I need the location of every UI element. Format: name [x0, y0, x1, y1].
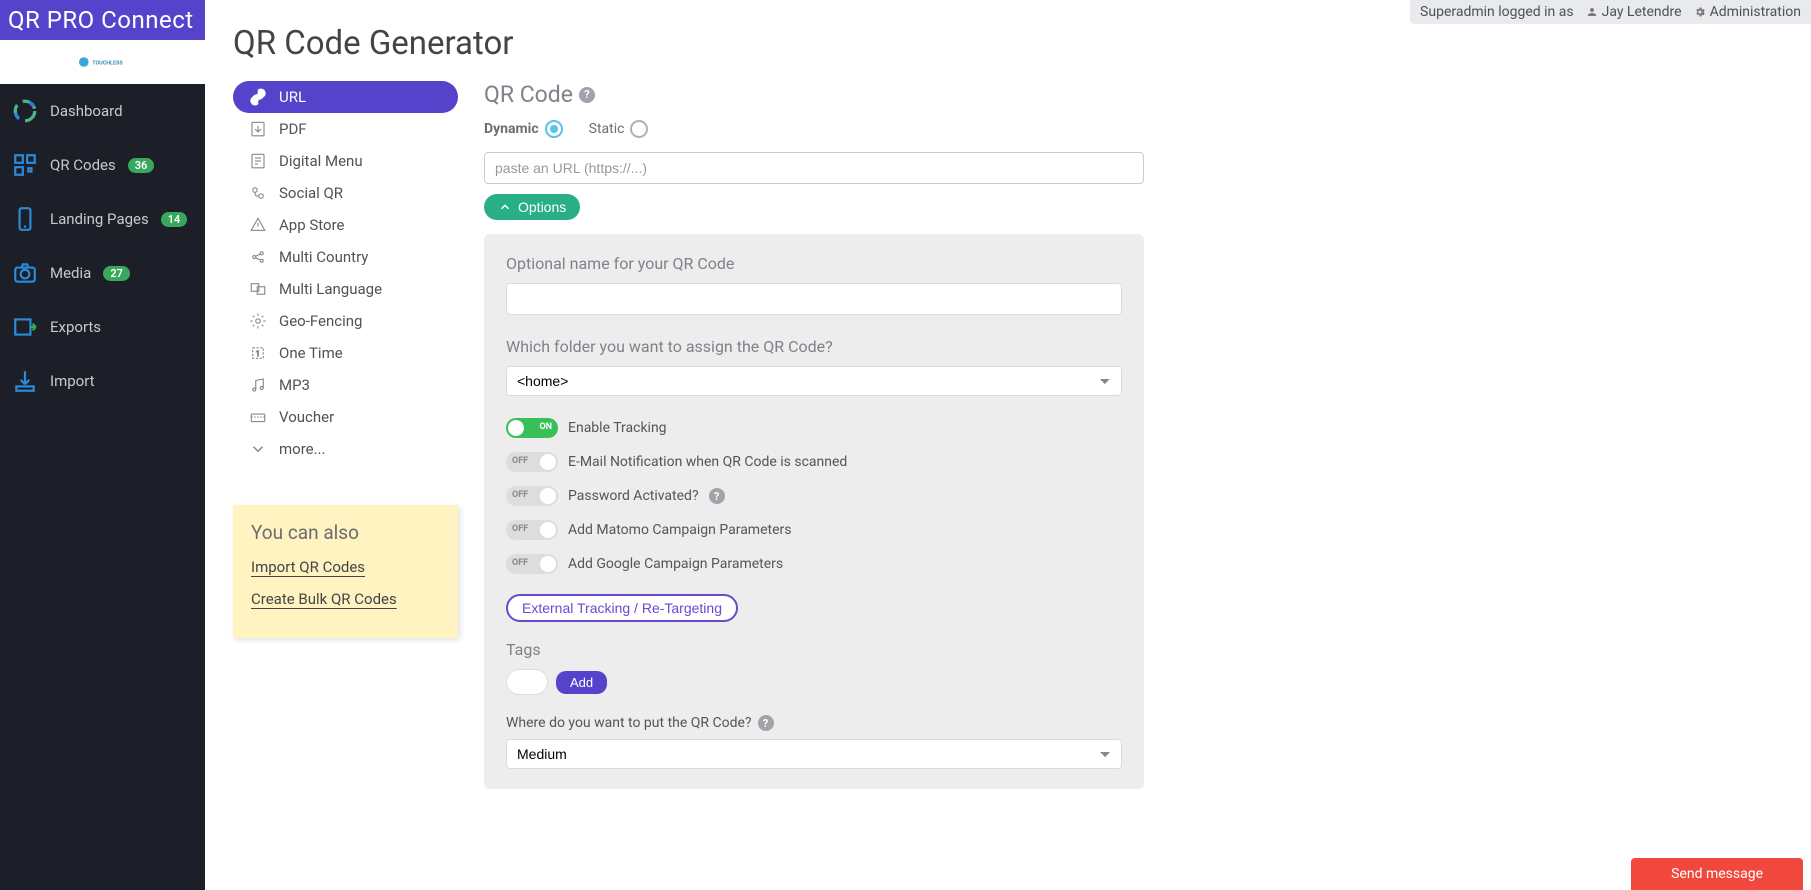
nav-exports[interactable]: Exports [0, 300, 205, 354]
social-icon [249, 184, 267, 202]
gear-icon [1694, 6, 1706, 18]
qr-icon [12, 152, 38, 178]
help-icon[interactable]: ? [709, 488, 725, 504]
user-link[interactable]: Jay Letendre [1586, 4, 1682, 20]
user-icon [1586, 6, 1598, 18]
qr-codes-badge: 36 [128, 158, 155, 173]
language-icon [249, 280, 267, 298]
static-radio[interactable]: Static [589, 120, 649, 138]
media-badge: 27 [103, 266, 130, 281]
dashboard-icon [12, 98, 38, 124]
help-icon[interactable]: ? [579, 87, 595, 103]
dynamic-radio[interactable]: Dynamic [484, 120, 563, 138]
geo-icon [249, 312, 267, 330]
topbar: Superadmin logged in as Jay Letendre Adm… [1410, 0, 1811, 24]
toggle-matomo[interactable]: OFF [506, 520, 558, 540]
tags-row: Add [506, 669, 1122, 695]
name-label: Optional name for your QR Code [506, 254, 1122, 273]
send-message-button[interactable]: Send message [1631, 858, 1803, 890]
camera-icon [12, 260, 38, 286]
toggle-google-row: OFF Add Google Campaign Parameters [506, 554, 1122, 574]
export-icon [12, 314, 38, 340]
options-toggle-button[interactable]: Options [484, 194, 580, 220]
you-can-also-title: You can also [251, 521, 440, 544]
add-tag-button[interactable]: Add [556, 671, 607, 694]
type-pdf[interactable]: PDF [233, 113, 458, 145]
music-icon [249, 376, 267, 394]
toggle-email-row: OFF E-Mail Notification when QR Code is … [506, 452, 1122, 472]
touchless-logo: TOUCHLESS [73, 50, 133, 74]
type-one-time[interactable]: 1 One Time [233, 337, 458, 369]
type-url[interactable]: URL [233, 81, 458, 113]
type-social-qr[interactable]: Social QR [233, 177, 458, 209]
type-column: URL PDF Digital Menu Social QR App Store… [233, 81, 458, 789]
page-title: QR Code Generator [233, 24, 1783, 63]
nav-import[interactable]: Import [0, 354, 205, 408]
main-content: QR Code Generator URL PDF Digital Menu S… [205, 0, 1811, 813]
type-voucher[interactable]: Voucher [233, 401, 458, 433]
form-column: QR Code ? Dynamic Static Options Opt [484, 81, 1144, 789]
nav-qr-codes[interactable]: QR Codes 36 [0, 138, 205, 192]
logged-in-as-text: Superadmin logged in as [1420, 4, 1574, 20]
options-panel: Optional name for your QR Code Which fol… [484, 234, 1144, 789]
type-more[interactable]: more... [233, 433, 458, 465]
help-icon[interactable]: ? [758, 715, 774, 731]
import-icon [12, 368, 38, 394]
folder-label: Which folder you want to assign the QR C… [506, 337, 1122, 356]
where-select[interactable]: Medium [506, 739, 1122, 769]
you-can-also-box: You can also Import QR Codes Create Bulk… [233, 505, 458, 638]
import-qr-link[interactable]: Import QR Codes [251, 558, 440, 576]
type-multi-language[interactable]: Multi Language [233, 273, 458, 305]
nav-dashboard[interactable]: Dashboard [0, 84, 205, 138]
url-input[interactable] [484, 152, 1144, 184]
svg-text:1: 1 [256, 349, 260, 358]
toggle-tracking[interactable]: ON [506, 418, 558, 438]
nav-landing-pages[interactable]: Landing Pages 14 [0, 192, 205, 246]
logo-container: TOUCHLESS [0, 40, 205, 84]
toggle-matomo-row: OFF Add Matomo Campaign Parameters [506, 520, 1122, 540]
chevron-up-icon [498, 200, 512, 214]
chevron-down-icon [249, 440, 267, 458]
qr-name-input[interactable] [506, 283, 1122, 315]
type-app-store[interactable]: App Store [233, 209, 458, 241]
sidebar: QR PRO Connect TOUCHLESS Dashboard QR Co… [0, 0, 205, 890]
pdf-icon [249, 120, 267, 138]
radio-checked-icon [545, 120, 563, 138]
brand-title: QR PRO Connect [0, 0, 205, 40]
country-icon [249, 248, 267, 266]
administration-link[interactable]: Administration [1694, 4, 1801, 20]
toggle-password-row: OFF Password Activated? ? [506, 486, 1122, 506]
menu-icon [249, 152, 267, 170]
external-tracking-button[interactable]: External Tracking / Re-Targeting [506, 594, 738, 622]
create-bulk-link[interactable]: Create Bulk QR Codes [251, 590, 440, 608]
landing-pages-badge: 14 [161, 212, 188, 227]
where-label: Where do you want to put the QR Code? ? [506, 715, 1122, 731]
toggle-password[interactable]: OFF [506, 486, 558, 506]
qr-type-radio-row: Dynamic Static [484, 120, 1144, 138]
type-mp3[interactable]: MP3 [233, 369, 458, 401]
type-geo-fencing[interactable]: Geo-Fencing [233, 305, 458, 337]
voucher-icon [249, 408, 267, 426]
folder-select[interactable]: <home> [506, 366, 1122, 396]
tag-input[interactable] [506, 669, 548, 695]
toggle-tracking-row: ON Enable Tracking [506, 418, 1122, 438]
nav-media[interactable]: Media 27 [0, 246, 205, 300]
svg-text:TOUCHLESS: TOUCHLESS [92, 60, 123, 66]
tags-label: Tags [506, 640, 1122, 659]
toggle-email[interactable]: OFF [506, 452, 558, 472]
app-store-icon [249, 216, 267, 234]
radio-unchecked-icon [630, 120, 648, 138]
one-time-icon: 1 [249, 344, 267, 362]
toggle-google[interactable]: OFF [506, 554, 558, 574]
link-icon [249, 88, 267, 106]
phone-icon [12, 206, 38, 232]
type-digital-menu[interactable]: Digital Menu [233, 145, 458, 177]
type-multi-country[interactable]: Multi Country [233, 241, 458, 273]
section-title: QR Code ? [484, 81, 1144, 108]
